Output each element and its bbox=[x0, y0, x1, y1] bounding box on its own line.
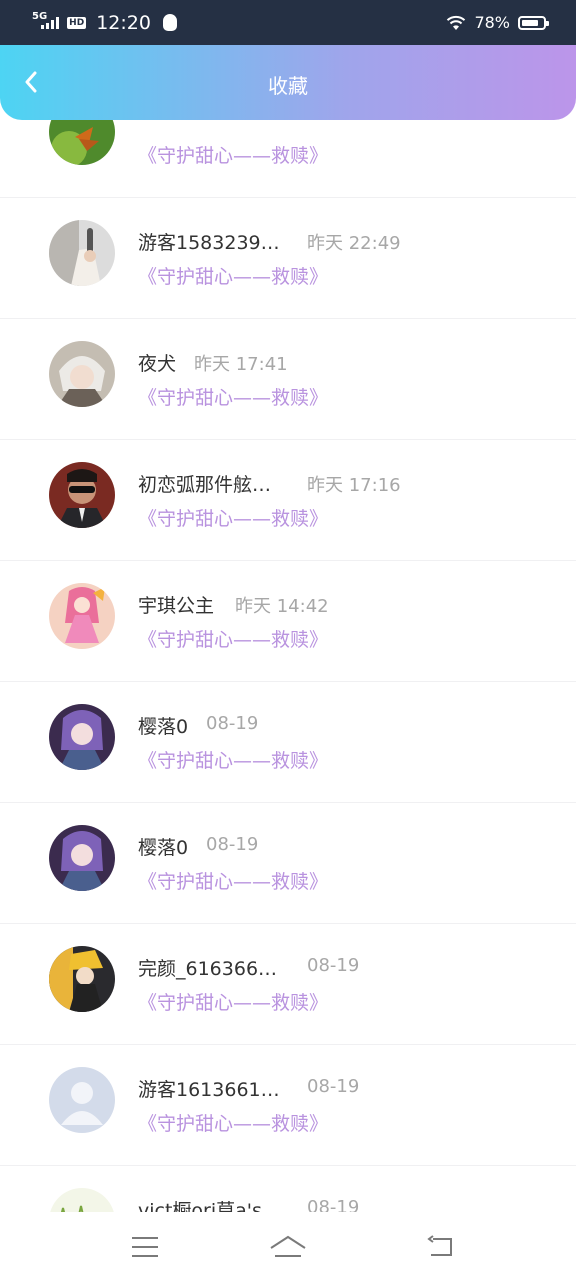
battery-percent: 78% bbox=[474, 13, 510, 32]
avatar[interactable] bbox=[49, 220, 115, 286]
username: 宇琪公主 bbox=[138, 595, 215, 617]
avatar[interactable] bbox=[49, 825, 115, 891]
timestamp: 08-19 bbox=[307, 1197, 360, 1212]
timestamp: 08-19 bbox=[206, 834, 259, 855]
username: 初恋弧那件舷… bbox=[138, 474, 272, 496]
network-type: 5G bbox=[32, 10, 48, 22]
timestamp: 昨天 22:49 bbox=[307, 233, 401, 254]
qq-icon bbox=[162, 14, 177, 31]
book-title-link[interactable]: 《守护甜心——救赎》 bbox=[138, 504, 328, 531]
username: 游客1583239… bbox=[138, 232, 280, 254]
list-item[interactable]: 宇琪公主 昨天 14:42 《守护甜心——救赎》 bbox=[0, 561, 576, 682]
avatar[interactable] bbox=[49, 583, 115, 649]
list-item[interactable]: 完颜_616366… 08-19 《守护甜心——救赎》 bbox=[0, 924, 576, 1045]
avatar[interactable] bbox=[49, 341, 115, 407]
back-nav-button[interactable] bbox=[420, 1230, 460, 1264]
list-item[interactable]: 樱落0 08-19 《守护甜心——救赎》 bbox=[0, 682, 576, 803]
hd-badge: HD bbox=[67, 16, 87, 29]
timestamp: 昨天 17:41 bbox=[194, 354, 288, 375]
avatar[interactable] bbox=[49, 1188, 115, 1212]
back-icon bbox=[427, 1235, 452, 1256]
list-item[interactable]: 初恋弧那件舷… 昨天 17:16 《守护甜心——救赎》 bbox=[0, 440, 576, 561]
favorites-list[interactable]: 《守护甜心——救赎》 游客1583239… 昨天 22:49 《守护甜心——救赎… bbox=[0, 120, 576, 1212]
timestamp: 08-19 bbox=[307, 955, 360, 976]
book-title-link[interactable]: 《守护甜心——救赎》 bbox=[138, 141, 328, 168]
username: 夜犬 bbox=[138, 353, 177, 375]
avatar[interactable] bbox=[49, 704, 115, 770]
book-title-link[interactable]: 《守护甜心——救赎》 bbox=[138, 988, 328, 1015]
book-title-link[interactable]: 《守护甜心——救赎》 bbox=[138, 625, 328, 652]
list-item[interactable]: 游客1583239… 昨天 22:49 《守护甜心——救赎》 bbox=[0, 198, 576, 319]
book-title-link[interactable]: 《守护甜心——救赎》 bbox=[138, 746, 328, 773]
book-title-link[interactable]: 《守护甜心——救赎》 bbox=[138, 867, 328, 894]
menu-icon bbox=[132, 1237, 158, 1257]
home-button[interactable] bbox=[268, 1230, 308, 1264]
list-item[interactable]: 游客1613661… 08-19 《守护甜心——救赎》 bbox=[0, 1045, 576, 1166]
list-item[interactable]: 《守护甜心——救赎》 bbox=[0, 120, 576, 198]
list-item[interactable]: vict橱ori莫a's… 08-19 bbox=[0, 1166, 576, 1212]
avatar[interactable] bbox=[49, 120, 115, 165]
wifi-icon bbox=[447, 15, 466, 30]
home-icon bbox=[270, 1235, 306, 1257]
username: 樱落0 bbox=[138, 716, 189, 738]
status-time: 12:20 bbox=[96, 11, 151, 34]
book-title-link[interactable]: 《守护甜心——救赎》 bbox=[138, 383, 328, 410]
username: vict橱ori莫a's… bbox=[138, 1200, 281, 1212]
avatar[interactable] bbox=[49, 462, 115, 528]
timestamp: 昨天 17:16 bbox=[307, 475, 401, 496]
username: 游客1613661… bbox=[138, 1079, 280, 1101]
avatar[interactable] bbox=[49, 1067, 115, 1133]
username: 樱落0 bbox=[138, 837, 189, 859]
timestamp: 08-19 bbox=[206, 713, 259, 734]
system-nav-bar bbox=[0, 1212, 576, 1280]
list-item[interactable]: 樱落0 08-19 《守护甜心——救赎》 bbox=[0, 803, 576, 924]
book-title-link[interactable]: 《守护甜心——救赎》 bbox=[138, 1109, 328, 1136]
battery-icon bbox=[518, 15, 549, 30]
status-bar: 5G HD 12:20 78% bbox=[0, 0, 576, 45]
page-title: 收藏 bbox=[268, 74, 308, 98]
menu-button[interactable] bbox=[125, 1230, 165, 1264]
list-item[interactable]: 夜犬 昨天 17:41 《守护甜心——救赎》 bbox=[0, 319, 576, 440]
app-header: 收藏 bbox=[0, 45, 576, 120]
book-title-link[interactable]: 《守护甜心——救赎》 bbox=[138, 262, 328, 289]
avatar[interactable] bbox=[49, 946, 115, 1012]
timestamp: 08-19 bbox=[307, 1076, 360, 1097]
timestamp: 昨天 14:42 bbox=[235, 596, 329, 617]
username: 完颜_616366… bbox=[138, 958, 278, 980]
